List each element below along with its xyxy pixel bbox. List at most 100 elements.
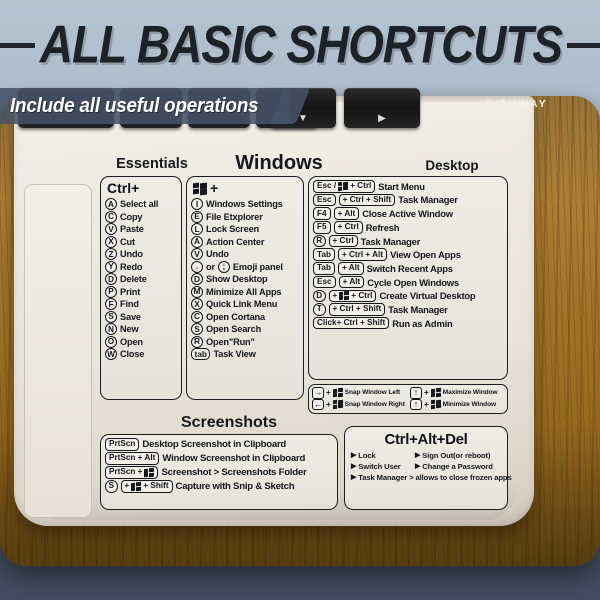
key-cap: Z [105, 248, 117, 260]
key-cap: T [313, 303, 326, 316]
shortcut-sticker: Essentials Windows Desktop Screenshots C… [96, 152, 512, 518]
shortcut-row: P Print [105, 285, 177, 298]
shortcut-row: Esc / + Ctrl Start Menu [313, 180, 503, 193]
shortcut-label: Open Cortana [206, 311, 265, 322]
shortcut-label: Open [120, 336, 143, 347]
shortcut-label: Task View [213, 349, 256, 359]
key-cap: L [191, 223, 203, 235]
headline-rule-right [566, 42, 600, 48]
shortcut-label: Cut [120, 236, 135, 247]
shortcut-row: C Open Cortana [191, 310, 299, 323]
keyboard-key-play: ▶ [344, 88, 420, 128]
key-modifier: + Ctrl [328, 234, 358, 248]
key-cap: A [191, 235, 203, 248]
windows-logo-icon [338, 181, 349, 191]
shortcut-row: Click+ Ctrl + Shift Run as Admin [313, 316, 503, 330]
key-cap: O [105, 335, 117, 348]
shortcut-label: Select all [120, 199, 159, 209]
key-cap-alt: ; [217, 260, 230, 273]
plus-sign: + [424, 399, 429, 409]
shortcut-row: D Show Desktop [191, 273, 299, 285]
key-cap: R [191, 335, 203, 348]
shortcut-label: Undo [206, 249, 229, 259]
shortcut-label: Windows Settings [206, 199, 283, 209]
screenshots-list: PrtScn Desktop Screenshot in Clipboard Prt… [105, 438, 333, 493]
cad-option: ▶ Sign Out(or reboot) [415, 451, 501, 460]
windows-logo-icon [332, 399, 343, 409]
shortcut-row: V Undo [191, 248, 299, 260]
shortcut-row: V Paste [105, 223, 177, 235]
key-separator: or [206, 261, 215, 272]
shortcut-label: Close [120, 349, 145, 359]
section-header-screenshots: Screenshots [180, 414, 278, 431]
shortcut-label: Task Manager [388, 303, 448, 315]
snap-shortcut: → + Snap Window Left [312, 387, 406, 399]
snap-label: Snap Window Left [344, 389, 401, 397]
key-cap: F4 [313, 207, 331, 220]
key-cap: tab [191, 348, 211, 360]
shortcut-row: I Windows Settings [191, 198, 299, 210]
key-cap: N [105, 323, 117, 335]
panel-ctrl-alt-del: Ctrl+Alt+Del ▶ Lock ▶ Sign Out(or reboot) ▶ S… [344, 426, 512, 510]
arrow-key-icon: ↑ [410, 387, 422, 399]
windows-logo-icon [193, 182, 207, 195]
cad-option-label: Switch User [358, 462, 401, 471]
shortcut-row: S Save [105, 310, 177, 323]
plus-sign: + [424, 388, 429, 398]
panel-desktop: Esc / + Ctrl Start Menu Esc + Ctrl + Shift T… [308, 176, 508, 380]
shortcut-label: View Open Apps [390, 249, 461, 261]
shortcut-label: Save [120, 311, 141, 322]
shortcut-label: Open"Run" [206, 336, 255, 347]
shortcut-row: R + Ctrl Task Manager [313, 234, 503, 248]
key-cap: . [191, 260, 203, 273]
shortcut-row: A Select all [105, 198, 177, 210]
section-header-windows: Windows [235, 152, 323, 174]
key-cap: C [105, 210, 117, 223]
section-header-desktop: Desktop [425, 158, 479, 173]
screenshot-stage: ▼ ▶ CITHWAY ALL BASIC SHORTCUTS Include … [0, 0, 600, 600]
shortcut-label: Action Center [206, 236, 265, 247]
shortcut-row: Esc + Alt Cycle Open Windows [313, 275, 503, 289]
arrow-key-icon: ← [312, 398, 324, 410]
shortcut-row: F5 + Ctrl Refresh [313, 221, 503, 234]
shortcut-label: Print [120, 286, 141, 297]
key-cap: D [191, 273, 203, 285]
shortcut-row: Z Undo [105, 248, 177, 260]
plus-sign: + [326, 388, 331, 398]
shortcut-label: Delete [120, 274, 147, 284]
key-cap: M [191, 285, 203, 298]
snap-shortcut: ↑ + Minimize Window [410, 398, 504, 410]
page-title: ALL BASIC SHORTCUTS [39, 14, 563, 75]
triangle-bullet-icon: ▶ [351, 474, 357, 481]
key-cap: F5 [313, 221, 331, 234]
panel-snap-window: → + Snap Window Left ↑ + Maximize Window ← + Sna… [308, 384, 508, 414]
windows-logo-icon [430, 399, 441, 409]
shortcut-row: M Minimize All Apps [191, 285, 299, 298]
triangle-bullet-icon: ▶ [415, 452, 421, 459]
essentials-title: Ctrl+ [107, 180, 140, 196]
shortcut-label: Show Desktop [206, 274, 268, 284]
shortcut-label: Find [120, 299, 139, 309]
shortcut-row: . or; Emoji panel [191, 260, 299, 273]
shortcut-label: Run as Admin [392, 317, 453, 329]
shortcut-label: Desktop Screenshot in Clipboard [142, 438, 287, 450]
key-modifier: + Ctrl + Shift [338, 193, 396, 207]
key-cap: X [105, 235, 117, 248]
windows-logo-icon [332, 387, 343, 398]
key-cap: Tab [313, 262, 335, 275]
windows-title-plus: + [210, 180, 219, 196]
shortcut-row: S + + Shift Capture with Snip & Sketch [105, 480, 333, 493]
shortcut-row: R Open"Run" [191, 335, 299, 348]
windows-title: + [193, 181, 299, 196]
snap-label: Maximize Window [442, 389, 498, 397]
shortcut-row: D Delete [105, 273, 177, 285]
shortcut-row: PrtScn + Screenshot > Screenshots Folder [105, 466, 333, 479]
subtitle-text: Include all useful operations [10, 94, 259, 117]
shortcut-label: Screenshot > Screenshots Folder [161, 466, 307, 478]
ctrl-alt-del-list: ▶ Lock ▶ Sign Out(or reboot) ▶ Switch User ▶ Ch… [349, 451, 512, 482]
key-cap: F [105, 298, 117, 310]
desktop-list: Esc / + Ctrl Start Menu Esc + Ctrl + Shift T… [313, 180, 503, 330]
shortcut-label: Undo [120, 249, 143, 259]
windows-logo-icon [430, 387, 441, 398]
shortcut-label: Minimize All Apps [206, 286, 282, 297]
